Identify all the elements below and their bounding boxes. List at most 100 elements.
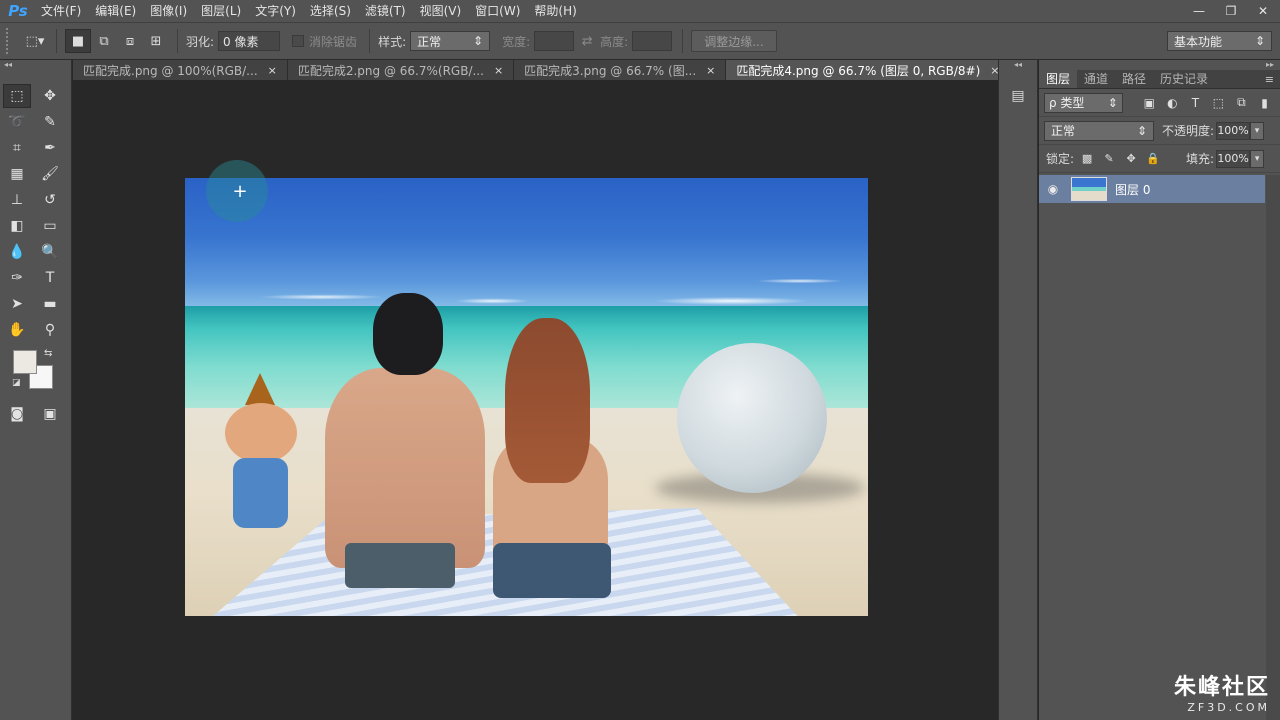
marquee-tool-preset-icon[interactable]: ⬚▾	[22, 29, 48, 53]
clone-stamp-tool-icon[interactable]: ⊥	[3, 188, 31, 212]
layers-list	[1039, 175, 1280, 720]
zoom-tool-icon[interactable]: ⚲	[36, 318, 64, 342]
antialias-checkbox[interactable]	[292, 35, 305, 47]
swap-colors-icon[interactable]: ⇆	[44, 348, 52, 359]
layer-thumbnail[interactable]	[1071, 177, 1107, 201]
lock-position-icon[interactable]: ✥	[1122, 150, 1140, 168]
close-icon[interactable]: ×	[706, 64, 715, 77]
menu-layer[interactable]: 图层(L)	[194, 0, 248, 22]
gradient-tool-icon[interactable]: ▭	[36, 214, 64, 238]
filter-toggle-icon[interactable]: ▮	[1254, 93, 1275, 113]
width-input[interactable]	[534, 31, 575, 51]
blend-mode-select[interactable]: 正常 ⇕	[1044, 120, 1154, 141]
quick-selection-tool-icon[interactable]: ✎	[36, 110, 64, 134]
lock-image-icon[interactable]: ✎	[1100, 150, 1118, 168]
layer-name[interactable]: 图层 0	[1115, 181, 1150, 198]
fill-input[interactable]: 100%	[1216, 149, 1251, 168]
smart-object-filter-icon[interactable]: ⧉	[1231, 93, 1252, 113]
menu-filter[interactable]: 滤镜(T)	[358, 0, 413, 22]
feather-input[interactable]: 0 像素	[218, 31, 281, 51]
type-filter-icon[interactable]: T	[1185, 93, 1206, 113]
menu-image[interactable]: 图像(I)	[143, 0, 194, 22]
collapse-panel-icon[interactable]: ▸▸	[1039, 60, 1280, 70]
opacity-dropdown-icon[interactable]: ▾	[1250, 121, 1265, 140]
layer-filter-row: ρ 类型 ⇕ ▣ ◐ T ⬚ ⧉ ▮	[1039, 89, 1280, 117]
fill-label: 填充:	[1186, 152, 1215, 166]
rectangular-marquee-tool-icon[interactable]: ⬚	[3, 84, 31, 108]
workspace-select[interactable]: 基本功能 ⇕	[1167, 31, 1272, 51]
menu-edit[interactable]: 编辑(E)	[88, 0, 143, 22]
move-tool-icon[interactable]: ✥	[36, 84, 64, 108]
history-brush-tool-icon[interactable]: ↺	[36, 188, 64, 212]
eraser-tool-icon[interactable]: ◧	[3, 214, 31, 238]
pen-tool-icon[interactable]: ✑	[3, 266, 31, 290]
new-selection-icon[interactable]: ■	[65, 29, 91, 53]
rectangle-tool-icon[interactable]: ▬	[36, 292, 64, 316]
default-colors-icon[interactable]: ◪	[12, 378, 21, 388]
foreground-color-swatch[interactable]	[13, 350, 37, 374]
close-icon[interactable]: ×	[268, 64, 277, 77]
restore-button[interactable]: ❐	[1220, 3, 1242, 19]
document-tab[interactable]: 匹配完成.png @ 100%(RGB/... ×	[73, 60, 288, 80]
pixel-filter-icon[interactable]: ▣	[1139, 93, 1160, 113]
menu-window[interactable]: 窗口(W)	[468, 0, 527, 22]
options-grip[interactable]	[6, 28, 12, 54]
menu-select[interactable]: 选择(S)	[303, 0, 358, 22]
swap-dimensions-icon[interactable]: ⇄	[574, 29, 600, 53]
menu-type[interactable]: 文字(Y)	[248, 0, 303, 22]
shape-filter-icon[interactable]: ⬚	[1208, 93, 1229, 113]
divider	[369, 29, 371, 53]
panel-menu-icon[interactable]: ≡	[1265, 70, 1280, 88]
chevron-updown-icon: ⇕	[1107, 95, 1118, 110]
brush-tool-icon[interactable]: 🖌	[36, 162, 64, 186]
subtract-selection-icon[interactable]: ⧈	[117, 29, 143, 53]
menu-help[interactable]: 帮助(H)	[527, 0, 583, 22]
fill-dropdown-icon[interactable]: ▾	[1250, 149, 1265, 168]
adjustment-filter-icon[interactable]: ◐	[1162, 93, 1183, 113]
properties-panel-icon[interactable]: ▤	[1004, 84, 1032, 108]
blur-tool-icon[interactable]: 💧	[3, 240, 31, 264]
dodge-tool-icon[interactable]: 🔍	[36, 240, 64, 264]
kind-filter-select[interactable]: ρ 类型 ⇕	[1044, 92, 1123, 113]
menu-file[interactable]: 文件(F)	[34, 0, 88, 22]
collapsed-panel-strip: ◂◂ ▤	[998, 60, 1038, 720]
menu-view[interactable]: 视图(V)	[413, 0, 469, 22]
divider	[56, 29, 57, 53]
layer-row-selected[interactable]: ◉ 图层 0	[1039, 175, 1265, 203]
document-tab-active[interactable]: 匹配完成4.png @ 66.7% (图层 0, RGB/8#) ×	[726, 60, 1011, 80]
lock-all-icon[interactable]: 🔒	[1144, 150, 1162, 168]
healing-brush-tool-icon[interactable]: ▦	[3, 162, 31, 186]
close-button[interactable]: ✕	[1252, 3, 1274, 19]
intersect-selection-icon[interactable]: ⊞	[143, 29, 169, 53]
quick-mask-icon[interactable]: ◙	[3, 402, 31, 426]
add-selection-icon[interactable]: ⧉	[91, 29, 117, 53]
refine-edge-button[interactable]: 调整边缘...	[691, 30, 777, 52]
tab-paths[interactable]: 路径	[1115, 70, 1153, 88]
lasso-tool-icon[interactable]: ➰	[3, 110, 31, 134]
minimize-button[interactable]: —	[1188, 3, 1210, 19]
height-input[interactable]	[632, 31, 673, 51]
path-selection-tool-icon[interactable]: ➤	[3, 292, 31, 316]
document-tab[interactable]: 匹配完成3.png @ 66.7% (图... ×	[514, 60, 727, 80]
close-icon[interactable]: ×	[494, 64, 503, 77]
opacity-input[interactable]: 100%	[1216, 121, 1251, 140]
expand-panels-icon[interactable]: ◂◂	[999, 60, 1037, 70]
hand-tool-icon[interactable]: ✋	[3, 318, 31, 342]
document-tab[interactable]: 匹配完成2.png @ 66.7%(RGB/... ×	[287, 60, 515, 80]
screen-mode-icon[interactable]: ▣	[36, 402, 64, 426]
tools-panel: ◂◂ ⬚ ✥ ➰ ✎ ⌗ ✒ ▦ 🖌 ⊥ ↺ ◧ ▭ 💧 🔍 ✑ T ➤ ▬ ✋…	[0, 60, 72, 720]
color-swatches: ⇆ ◪	[0, 348, 71, 398]
collapse-panel-icon[interactable]: ◂◂	[0, 60, 71, 70]
visibility-eye-icon[interactable]: ◉	[1039, 182, 1067, 196]
image-canvas[interactable]	[185, 178, 868, 616]
tab-channels[interactable]: 通道	[1077, 70, 1115, 88]
tab-history[interactable]: 历史记录	[1153, 70, 1215, 88]
lock-transparent-icon[interactable]: ▩	[1078, 150, 1096, 168]
chevron-updown-icon: ⇕	[1136, 123, 1147, 138]
tab-layers[interactable]: 图层	[1039, 70, 1078, 88]
eyedropper-tool-icon[interactable]: ✒	[36, 136, 64, 160]
style-select[interactable]: 正常 ⇕	[410, 31, 491, 51]
type-tool-icon[interactable]: T	[36, 266, 64, 290]
layers-scrollbar[interactable]	[1266, 175, 1280, 720]
crop-tool-icon[interactable]: ⌗	[3, 136, 31, 160]
